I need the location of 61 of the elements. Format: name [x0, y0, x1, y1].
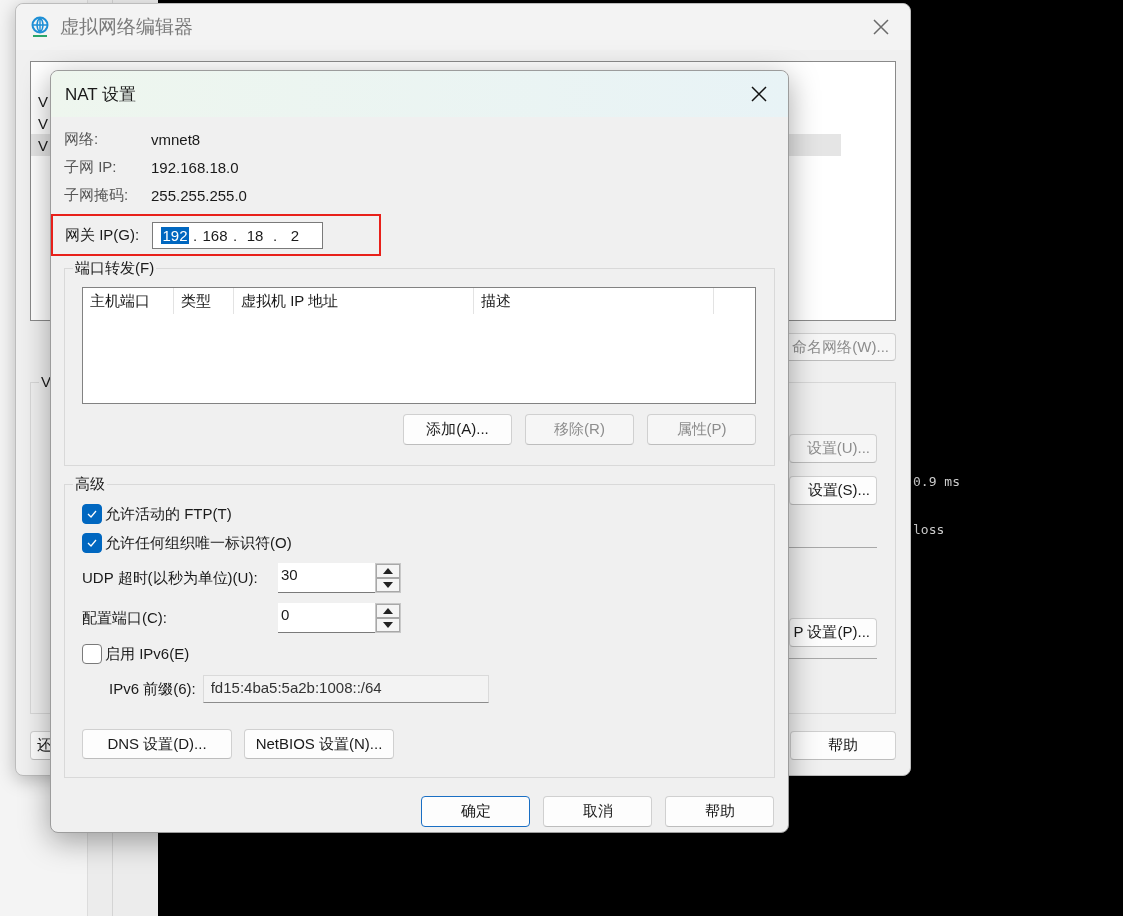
spin-up-button[interactable]: [376, 604, 400, 618]
dialog-button[interactable]: 帮助: [665, 796, 774, 827]
checkbox[interactable]: [82, 504, 102, 524]
checkbox-label: 允许活动的 FTP(T): [105, 504, 232, 524]
settings-button[interactable]: DNS 设置(D)...: [82, 729, 232, 759]
settings-button[interactable]: 设置(S)...: [789, 476, 877, 505]
ip-octet[interactable]: 192: [161, 226, 189, 244]
ip-separator: .: [231, 226, 239, 244]
spin-up-button[interactable]: [376, 564, 400, 578]
caret-up-icon: [383, 608, 393, 614]
action-button[interactable]: 添加(A)...: [403, 414, 512, 445]
close-icon: [872, 18, 890, 36]
checkbox[interactable]: [82, 533, 102, 553]
group-title: 端口转发(F): [73, 259, 157, 277]
number-field[interactable]: 0: [278, 603, 375, 633]
ip-separator: .: [191, 226, 199, 244]
column-header[interactable]: 主机端口: [83, 288, 174, 314]
settings-button[interactable]: P 设置(P)...: [789, 618, 877, 647]
group-title: 高级: [73, 475, 107, 493]
terminal-text: loss: [913, 522, 946, 538]
check-icon: [86, 538, 98, 548]
field-label: 配置端口(C):: [82, 608, 168, 628]
number-field[interactable]: 30: [278, 563, 375, 593]
caret-down-icon: [383, 582, 393, 588]
column-header[interactable]: 类型: [174, 288, 234, 314]
field-value: vmnet8: [151, 130, 201, 148]
dialog-title: NAT 设置: [65, 83, 138, 106]
field-value: 255.255.255.0: [151, 186, 247, 204]
ip-separator: .: [271, 226, 279, 244]
field-label: 子网掩码:: [64, 185, 129, 205]
field-label: 子网 IP:: [64, 157, 117, 177]
field-label: 网络:: [64, 129, 99, 149]
ip-octet[interactable]: 168: [201, 226, 229, 244]
column-header[interactable]: 虚拟机 IP 地址: [234, 288, 474, 314]
spin-down-button[interactable]: [376, 618, 400, 632]
field-label: UDP 超时(以秒为单位)(U):: [82, 568, 259, 588]
field-label: 网关 IP(G):: [65, 225, 140, 245]
help-button[interactable]: 帮助: [790, 731, 896, 760]
field-value: 192.168.18.0: [151, 158, 239, 176]
ipv6-prefix-field[interactable]: fd15:4ba5:5a2b:1008::/64: [202, 675, 489, 703]
terminal-text: 0.9 ms: [913, 474, 961, 490]
globe-icon: [30, 16, 50, 38]
spin-down-button[interactable]: [376, 578, 400, 592]
gateway-ip-field[interactable]: 192 . 168 . 18 . 2: [152, 221, 323, 249]
caret-up-icon: [383, 568, 393, 574]
close-icon: [750, 85, 768, 103]
table-cell: V: [38, 114, 48, 132]
checkbox-label: 允许任何组织唯一标识符(O): [105, 533, 292, 553]
settings-button[interactable]: NetBIOS 设置(N)...: [244, 729, 394, 759]
caret-down-icon: [383, 622, 393, 628]
ip-octet[interactable]: 2: [281, 226, 309, 244]
ip-octet[interactable]: 18: [241, 226, 269, 244]
field-label: IPv6 前缀(6):: [109, 679, 196, 699]
table-cell: V: [38, 136, 48, 154]
check-icon: [86, 509, 98, 519]
dialog-button[interactable]: 确定: [421, 796, 530, 827]
column-header[interactable]: 描述: [474, 288, 714, 314]
checkbox-label: 启用 IPv6(E): [105, 644, 190, 664]
checkbox[interactable]: [82, 644, 102, 664]
window-title: 虚拟网络编辑器: [60, 15, 194, 39]
dialog-button[interactable]: 取消: [543, 796, 652, 827]
